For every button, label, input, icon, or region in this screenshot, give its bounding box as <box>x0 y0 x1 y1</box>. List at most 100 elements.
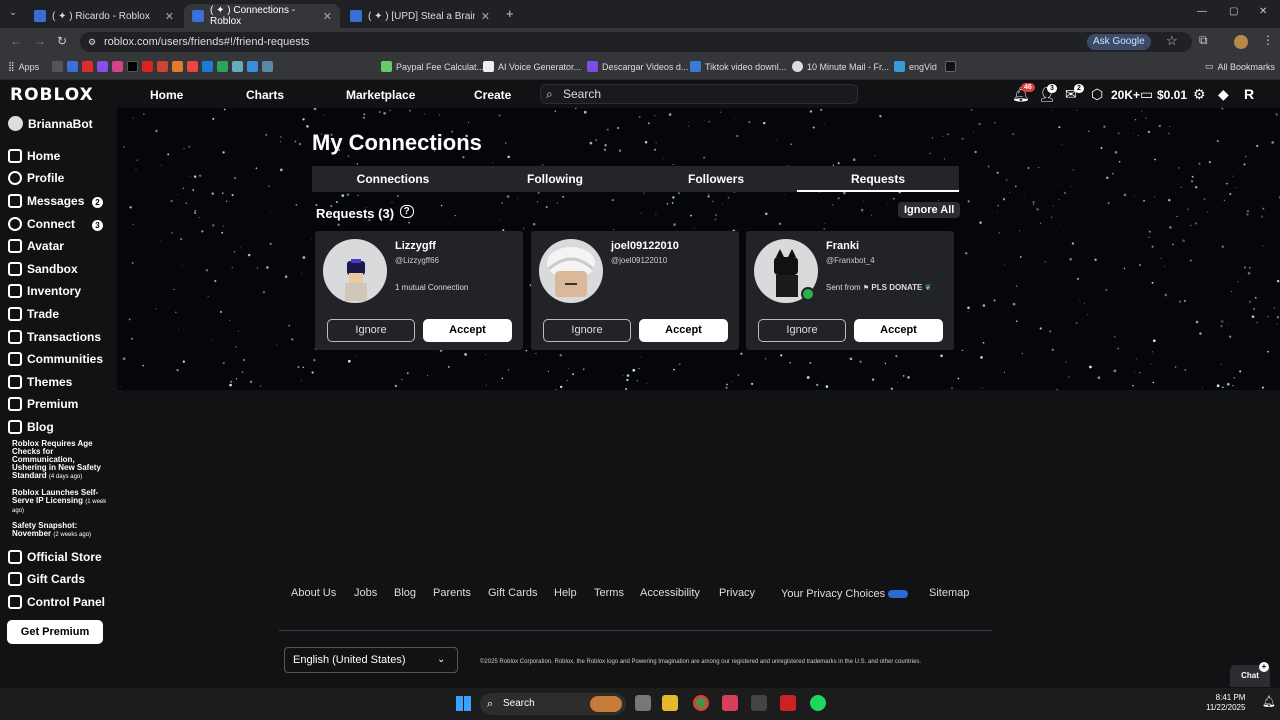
sidebar-item-official-store[interactable]: Official Store <box>8 550 102 564</box>
roblox-icon[interactable] <box>67 61 78 72</box>
sync-icon[interactable] <box>262 61 273 72</box>
roblox-studio-icon[interactable]: ◆ <box>1218 86 1229 103</box>
sidebar-item-messages[interactable]: Messages <box>8 194 84 208</box>
robux-icon[interactable]: ⬡ <box>1091 86 1103 103</box>
extension-r-icon[interactable]: R <box>1244 86 1254 102</box>
browser-tab-connections[interactable]: ( ✦ ) Connections - Roblox ✕ <box>184 4 340 28</box>
taskbar-clock[interactable]: 8:41 PM 11/22/2025 <box>1206 693 1245 713</box>
blog-post-link[interactable]: Roblox Requires Age Checks for Communica… <box>12 440 107 481</box>
close-tab-icon[interactable]: ✕ <box>323 10 332 23</box>
request-name[interactable]: Lizzygff <box>395 240 436 252</box>
avatar[interactable] <box>539 239 603 303</box>
sidebar-item-premium[interactable]: Premium <box>8 397 78 411</box>
grid-icon[interactable] <box>52 61 63 72</box>
footer-gift-cards[interactable]: Gift Cards <box>488 587 538 599</box>
site-info-icon[interactable]: ⚙ <box>88 32 96 52</box>
sidebar-item-control-panel[interactable]: Control Panel <box>8 595 105 609</box>
wallet-icon[interactable]: ▭ <box>1140 86 1153 103</box>
script-icon[interactable] <box>247 61 258 72</box>
ask-google-button[interactable]: Ask Google <box>1087 34 1151 50</box>
sidebar-item-blog[interactable]: Blog <box>8 420 54 434</box>
sidebar-item-themes[interactable]: Themes <box>8 375 72 389</box>
footer-terms[interactable]: Terms <box>594 587 624 599</box>
accept-button[interactable]: Accept <box>639 319 728 342</box>
extensions-icon[interactable]: ⧉ <box>1199 33 1208 48</box>
browser-tab-ricardo[interactable]: ( ✦ ) Ricardo - Roblox ✕ <box>26 4 182 28</box>
sidebar-item-inventory[interactable]: Inventory <box>8 284 81 298</box>
bookmark-star-icon[interactable]: ☆ <box>1166 33 1178 49</box>
profile-avatar[interactable] <box>1234 35 1248 49</box>
get-premium-button[interactable]: Get Premium <box>7 620 103 644</box>
instagram-icon[interactable] <box>112 61 123 72</box>
forward-icon[interactable]: → <box>34 34 46 48</box>
sidebar-item-gift-cards[interactable]: Gift Cards <box>8 572 85 586</box>
footer-help[interactable]: Help <box>554 587 577 599</box>
tab-list-button[interactable]: ⌄ <box>6 7 20 21</box>
accept-button[interactable]: Accept <box>423 319 512 342</box>
bookmark-descargar[interactable]: Descargar Videos d... <box>587 61 688 72</box>
footer-accessibility[interactable]: Accessibility <box>640 587 700 599</box>
footer-jobs[interactable]: Jobs <box>354 587 377 599</box>
search-input[interactable]: ⌕ Search <box>540 84 858 104</box>
blog-post-link[interactable]: Safety Snapshot: November (2 weeks ago) <box>12 522 107 539</box>
roblox-red-icon[interactable] <box>157 61 168 72</box>
bookmark-engvid[interactable]: engVid <box>894 61 937 72</box>
browser-tab-brainrot[interactable]: ( ✦ ) [UPD] Steal a Brainrot - Ro ✕ <box>342 4 498 28</box>
nav-marketplace[interactable]: Marketplace <box>346 88 415 102</box>
twitch-icon[interactable] <box>97 61 108 72</box>
sidebar-item-communities[interactable]: Communities <box>8 352 103 366</box>
new-tab-button[interactable]: + <box>506 6 514 21</box>
chrome-icon[interactable] <box>693 695 709 711</box>
request-name[interactable]: joel09122010 <box>611 240 679 252</box>
roblox-logo[interactable]: ROBLOX <box>10 85 94 105</box>
all-bookmarks[interactable]: ▭ All Bookmarks <box>1205 61 1275 72</box>
footer-sitemap[interactable]: Sitemap <box>929 587 969 599</box>
pinterest-icon[interactable] <box>142 61 153 72</box>
reload-icon[interactable]: ↻ <box>57 34 67 48</box>
task-view-icon[interactable] <box>635 695 651 711</box>
footer-privacy-choices[interactable]: Your Privacy Choices <box>781 588 909 600</box>
youtube-icon[interactable] <box>82 61 93 72</box>
language-select[interactable]: English (United States) ⌄ <box>284 647 458 673</box>
speed-icon[interactable] <box>232 61 243 72</box>
tab-following[interactable]: Following <box>474 166 636 192</box>
ignore-button[interactable]: Ignore <box>543 319 631 342</box>
gmail-icon[interactable] <box>187 61 198 72</box>
sent-from-game[interactable]: PLS DONATE <box>871 283 922 292</box>
help-icon[interactable]: ? <box>399 205 414 218</box>
tiktok-icon[interactable] <box>722 695 738 711</box>
sidebar-item-avatar[interactable]: Avatar <box>8 239 64 253</box>
accept-button[interactable]: Accept <box>854 319 943 342</box>
sidebar-item-transactions[interactable]: Transactions <box>8 330 101 344</box>
ignore-all-button[interactable]: Ignore All <box>898 202 961 218</box>
windows-start-icon[interactable] <box>456 696 471 711</box>
close-window-icon[interactable]: ✕ <box>1259 6 1267 17</box>
tf-app-icon[interactable] <box>780 695 796 711</box>
bookmark-10min-mail[interactable]: 10 Minute Mail - Fr... <box>792 61 889 72</box>
sheets-icon[interactable] <box>217 61 228 72</box>
chat-button[interactable]: Chat + <box>1230 662 1270 687</box>
bookmark-apps[interactable]: ⣿ Apps <box>8 61 39 72</box>
sidebar-item-home[interactable]: Home <box>8 149 60 163</box>
sidebar-item-sandbox[interactable]: Sandbox <box>8 262 78 276</box>
sidebar-user[interactable]: BriannaBot <box>8 116 93 131</box>
ignore-button[interactable]: Ignore <box>758 319 846 342</box>
sidebar-item-profile[interactable]: Profile <box>8 171 64 185</box>
notification-bell-icon[interactable]: 🔔︎ <box>1262 695 1276 708</box>
close-tab-icon[interactable]: ✕ <box>165 10 174 23</box>
bookmark-tiktok-dl[interactable]: Tiktok video downl... <box>690 61 786 72</box>
avatar[interactable] <box>323 239 387 303</box>
nav-charts[interactable]: Charts <box>246 88 284 102</box>
ignore-button[interactable]: Ignore <box>327 319 415 342</box>
settings-gear-icon[interactable]: ⚙ <box>1193 86 1206 103</box>
bookmark-paypal[interactable]: Paypal Fee Calculat... <box>381 61 484 72</box>
taskbar-search[interactable]: ⌕ Search <box>480 693 626 715</box>
nav-home[interactable]: Home <box>150 88 183 102</box>
close-tab-icon[interactable]: ✕ <box>481 10 490 23</box>
back-icon[interactable]: ← <box>10 34 22 48</box>
roblox-app-icon[interactable] <box>751 695 767 711</box>
tab-requests[interactable]: Requests <box>797 166 959 192</box>
url-field[interactable]: ⚙ roblox.com/users/friends#!/friend-requ… <box>80 32 1192 52</box>
spotify-icon[interactable] <box>810 695 826 711</box>
bookmark-ai-voice[interactable]: AI Voice Generator... <box>483 61 581 72</box>
